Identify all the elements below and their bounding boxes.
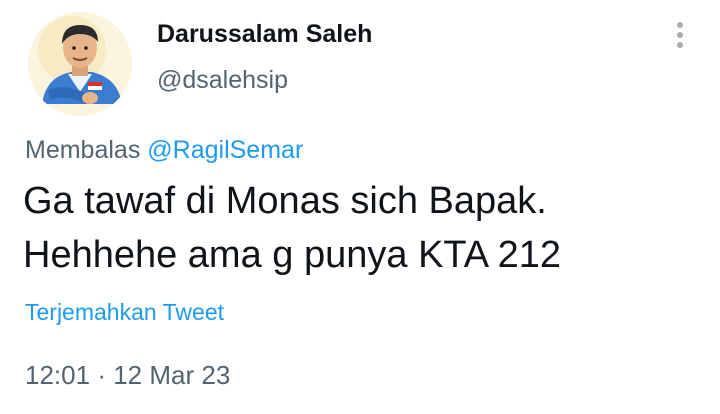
avatar-illustration: [28, 12, 132, 116]
translate-tweet-link[interactable]: Terjemahkan Tweet: [25, 299, 224, 326]
avatar[interactable]: [28, 12, 132, 116]
timestamp-time: 12:01: [25, 360, 91, 390]
timestamp-date: 12 Mar 23: [113, 360, 231, 390]
tweet-text-line: Ga tawaf di Monas sich Bapak.: [23, 180, 547, 222]
more-options-button[interactable]: [668, 18, 692, 52]
tweet-text-line: Hehhehe ama g punya KTA 212: [23, 234, 562, 276]
author-display-name[interactable]: Darussalam Saleh: [157, 20, 372, 49]
reply-context: Membalas @RagilSemar: [25, 136, 303, 165]
tweet-text: Ga tawaf di Monas sich Bapak. Hehhehe am…: [23, 174, 703, 282]
reply-prefix: Membalas: [25, 136, 141, 164]
vertical-ellipsis-icon: [677, 22, 683, 28]
tweet-card: Darussalam Saleh @dsalehsip Membalas @Ra…: [0, 0, 720, 414]
vertical-ellipsis-icon: [677, 32, 683, 38]
reply-mention-link[interactable]: @RagilSemar: [147, 136, 303, 164]
timestamp-separator: ·: [97, 360, 106, 390]
tweet-timestamp[interactable]: 12:01 · 12 Mar 23: [25, 360, 230, 391]
author-handle[interactable]: @dsalehsip: [157, 66, 288, 95]
vertical-ellipsis-icon: [677, 42, 683, 48]
